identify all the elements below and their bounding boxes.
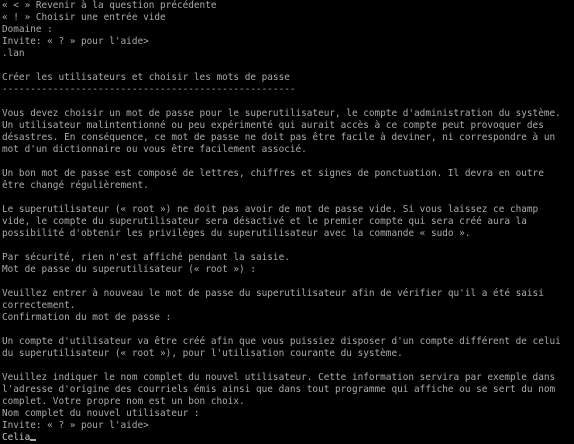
domain-value: .lan xyxy=(2,48,25,59)
root-password-label: Mot de passe du superutilisateur (« root… xyxy=(2,264,256,275)
fullname-input[interactable]: Celia xyxy=(2,432,574,444)
section-underline: ----------------------------------------… xyxy=(2,84,296,95)
paragraph-line: Par sécurité, rien n'est affiché pendant… xyxy=(2,252,290,263)
domain-label: Domaine : xyxy=(2,24,53,35)
paragraph-line: l'adresse d'origine des courriels émis a… xyxy=(2,384,556,395)
paragraph-line: possibilité d'obtenir les privilèges du … xyxy=(2,228,471,239)
fullname-hint: Invite: « ? » pour l'aide> xyxy=(2,420,149,431)
paragraph-line: Un utilisateur malintentionné ou peu exp… xyxy=(2,120,544,131)
paragraph-line: être changé régulièrement. xyxy=(2,180,149,191)
empty-entry-option: « ! » Choisir une entrée vide xyxy=(2,12,166,23)
text-cursor xyxy=(30,439,37,441)
fullname-label: Nom complet du nouvel utilisateur : xyxy=(2,408,200,419)
paragraph-line: correctement. xyxy=(2,300,76,311)
paragraph-line: Vous devez choisir un mot de passe pour … xyxy=(2,108,561,119)
paragraph-line: vide, le compte du superutilisateur sera… xyxy=(2,216,527,227)
paragraph-line: mot d'un dictionnaire ou vous être facil… xyxy=(2,144,307,155)
paragraph-line: Un compte d'utilisateur va être créé afi… xyxy=(2,336,561,347)
back-option: « < » Revenir à la question précédente xyxy=(2,0,217,11)
paragraph-line: Un bon mot de passe est composé de lettr… xyxy=(2,168,544,179)
paragraph-line: du superutilisateur (« root »), pour l'u… xyxy=(2,348,403,359)
terminal-screen[interactable]: « < » Revenir à la question précédente «… xyxy=(0,0,574,444)
paragraph-line: Veuillez entrer à nouveau le mot de pass… xyxy=(2,288,544,299)
section-title: Créer les utilisateurs et choisir les mo… xyxy=(2,72,290,83)
paragraph-line: désastres. En conséquence, ce mot de pas… xyxy=(2,132,556,143)
paragraph-line: complet. Votre propre nom est un bon cho… xyxy=(2,396,245,407)
confirm-password-label: Confirmation du mot de passe : xyxy=(2,312,172,323)
paragraph-line: Veuillez indiquer le nom complet du nouv… xyxy=(2,372,556,383)
paragraph-line: Le superutilisateur (« root ») ne doit p… xyxy=(2,204,539,215)
fullname-value[interactable]: Celia xyxy=(2,432,30,443)
domain-hint: Invite: « ? » pour l'aide> xyxy=(2,36,149,47)
